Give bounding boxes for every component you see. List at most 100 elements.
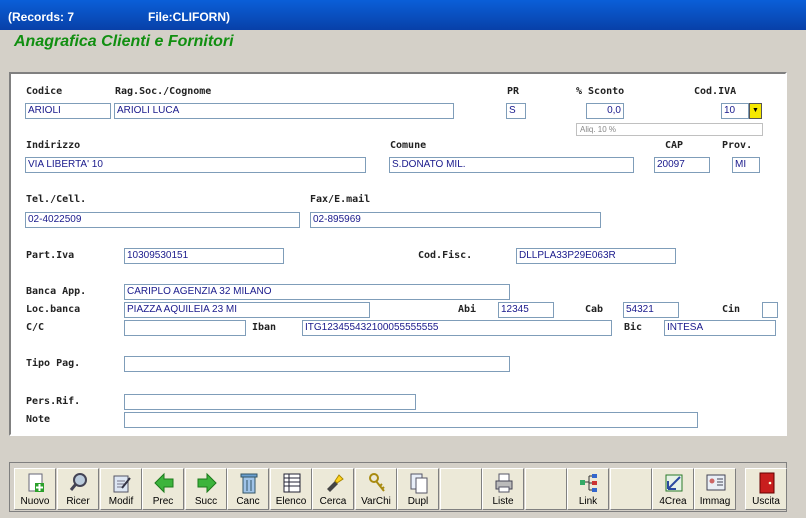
link-button[interactable]: Link [567, 468, 609, 510]
4crea-button[interactable]: 4Crea [652, 468, 694, 510]
canc-button[interactable]: Canc [227, 468, 269, 510]
cin-label: Cin [722, 304, 741, 315]
cap-field[interactable]: 20097 [654, 157, 710, 173]
empty-button-3[interactable] [610, 468, 652, 510]
note-label: Note [26, 414, 51, 425]
uscita-button[interactable]: Uscita [745, 468, 787, 510]
cod-fisc-field[interactable]: DLLPLA33P29E063R [516, 248, 676, 264]
abi-label: Abi [458, 304, 477, 315]
pr-label: PR [507, 86, 520, 97]
iban-field[interactable]: ITG123455432100055555555 [302, 320, 612, 336]
sconto-field[interactable]: 0,0 [586, 103, 624, 119]
banca-field[interactable]: CARIPLO AGENZIA 32 MILANO [124, 284, 510, 300]
file-name: File:CLIFORN) [148, 10, 230, 24]
flashlight-icon [327, 474, 344, 492]
bic-field[interactable]: INTESA [664, 320, 776, 336]
canc-label: Canc [236, 496, 260, 507]
empty-button-1[interactable] [440, 468, 482, 510]
records-count: (Records: 7 [8, 10, 75, 24]
aliquota-hint: Aliq. 10 % [576, 123, 763, 136]
note-field[interactable] [124, 412, 698, 428]
edit-icon [113, 475, 131, 493]
create-icon [665, 474, 683, 492]
immag-button[interactable]: Immag [694, 468, 736, 510]
cc-label: C/C [26, 322, 45, 333]
printer-icon [495, 473, 513, 493]
cod-iva-label: Cod.IVA [694, 86, 737, 97]
prov-field[interactable]: MI [732, 157, 760, 173]
comune-label: Comune [390, 140, 427, 151]
rag-soc-label: Rag.Soc./Cognome [115, 86, 212, 97]
tel-label: Tel./Cell. [26, 194, 87, 205]
dupl-label: Dupl [407, 496, 429, 507]
tipo-pag-field[interactable] [124, 356, 510, 372]
piva-label: Part.Iva [26, 250, 75, 261]
prec-label: Prec [152, 496, 174, 507]
list-icon [283, 473, 301, 493]
cab-label: Cab [585, 304, 604, 315]
liste-button[interactable]: Liste [482, 468, 524, 510]
rag-soc-field[interactable]: ARIOLI LUCA [114, 103, 454, 119]
uscita-label: Uscita [752, 496, 780, 507]
pers-rif-label: Pers.Rif. [26, 396, 81, 407]
immag-label: Immag [699, 496, 731, 507]
fax-field[interactable]: 02-895969 [310, 212, 601, 228]
new-document-icon [28, 473, 44, 492]
pers-rif-field[interactable] [124, 394, 416, 410]
succ-label: Succ [194, 496, 218, 507]
prec-button[interactable]: Prec [142, 468, 184, 510]
cab-field[interactable]: 54321 [623, 302, 679, 318]
magnifier-icon [69, 473, 87, 491]
elenco-label: Elenco [275, 496, 307, 507]
cerca-label: Cerca [319, 496, 347, 507]
succ-button[interactable]: Succ [185, 468, 227, 510]
ricer-button[interactable]: Ricer [57, 468, 99, 510]
keys-icon [369, 473, 385, 492]
ricer-label: Ricer [66, 496, 90, 507]
indirizzo-field[interactable]: VIA LIBERTA' 10 [25, 157, 366, 173]
codice-field[interactable]: ARIOLI [25, 103, 111, 119]
cin-field[interactable] [762, 302, 778, 318]
fax-label: Fax/E.mail [310, 194, 371, 205]
varchi-label: VarChi [361, 496, 391, 507]
4crea-label: 4Crea [659, 496, 687, 507]
prov-label: Prov. [722, 140, 753, 151]
nuovo-button[interactable]: Nuovo [14, 468, 56, 510]
arrow-right-icon [197, 472, 217, 494]
tipo-pag-label: Tipo Pag. [26, 358, 81, 369]
pr-field[interactable]: S [506, 103, 526, 119]
loc-banca-field[interactable]: PIAZZA AQUILEIA 23 MI [124, 302, 370, 318]
dupl-button[interactable]: Dupl [397, 468, 439, 510]
liste-label: Liste [492, 496, 514, 507]
image-card-icon [706, 474, 726, 491]
cod-iva-field[interactable]: 10 [721, 103, 749, 119]
nuovo-label: Nuovo [20, 496, 50, 507]
loc-banca-label: Loc.banca [26, 304, 81, 315]
cod-iva-dropdown-icon[interactable]: ▼ [749, 103, 762, 119]
modif-button[interactable]: Modif [100, 468, 142, 510]
link-tree-icon [580, 474, 597, 492]
arrow-left-icon [154, 472, 174, 494]
sconto-label: % Sconto [576, 86, 625, 97]
bic-label: Bic [624, 322, 643, 333]
banca-label: Banca App. [26, 286, 87, 297]
cap-label: CAP [665, 140, 684, 151]
cod-fisc-label: Cod.Fisc. [418, 250, 473, 261]
cc-field[interactable] [124, 320, 246, 336]
form-title: Anagrafica Clienti e Fornitori [14, 33, 234, 50]
varchi-button[interactable]: VarChi [355, 468, 397, 510]
link-label: Link [578, 496, 598, 507]
empty-button-2[interactable] [525, 468, 567, 510]
modif-label: Modif [108, 496, 134, 507]
trash-icon [240, 473, 258, 494]
comune-field[interactable]: S.DONATO MIL. [389, 157, 634, 173]
indirizzo-label: Indirizzo [26, 140, 81, 151]
abi-field[interactable]: 12345 [498, 302, 554, 318]
codice-label: Codice [26, 86, 63, 97]
elenco-button[interactable]: Elenco [270, 468, 312, 510]
tel-field[interactable]: 02-4022509 [25, 212, 300, 228]
piva-field[interactable]: 10309530151 [124, 248, 284, 264]
iban-label: Iban [252, 322, 277, 333]
cerca-button[interactable]: Cerca [312, 468, 354, 510]
